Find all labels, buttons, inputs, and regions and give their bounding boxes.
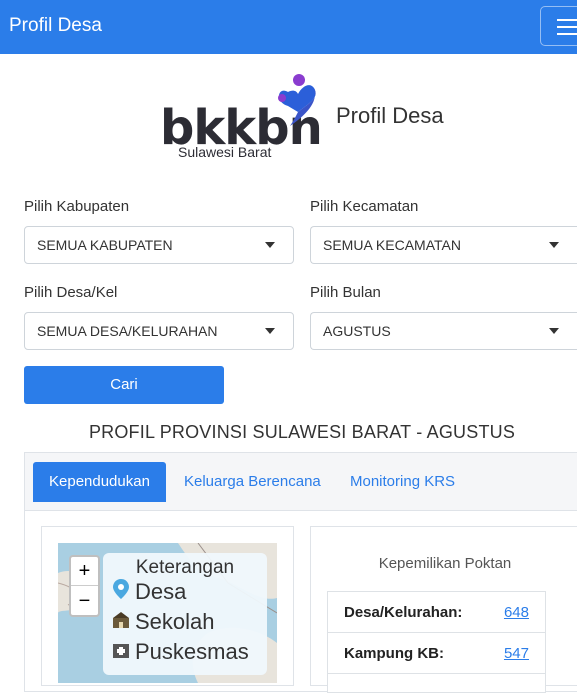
kabupaten-select[interactable]: SEMUA KABUPATEN	[24, 226, 294, 264]
chevron-down-icon	[265, 242, 275, 248]
menu-toggle-button[interactable]	[540, 6, 577, 46]
legend-item-desa: Desa	[111, 579, 186, 605]
kecamatan-selected-value: SEMUA KECAMATAN	[323, 237, 461, 253]
kecamatan-select[interactable]: SEMUA KECAMATAN	[310, 226, 577, 264]
logo-subtitle: Sulawesi Barat	[178, 144, 272, 160]
tab-keluarga-berencana[interactable]: Keluarga Berencana	[168, 462, 337, 502]
chevron-down-icon	[265, 328, 275, 334]
desa-selected-value: SEMUA DESA/KELURAHAN	[37, 323, 218, 339]
stats-title: Kepemilikan Poktan	[378, 555, 512, 572]
bkkbn-logo: bkkbn Sulawesi Barat Profil Desa	[160, 72, 450, 164]
hamburger-icon	[557, 19, 577, 21]
desa-select[interactable]: SEMUA DESA/KELURAHAN	[24, 312, 294, 350]
stat-value-link[interactable]: 648	[504, 604, 529, 621]
kabupaten-selected-value: SEMUA KABUPATEN	[37, 237, 173, 253]
legend-item-puskesmas: Puskesmas	[111, 639, 249, 665]
bulan-select[interactable]: AGUSTUS	[310, 312, 577, 350]
zoom-in-button[interactable]: +	[71, 557, 98, 586]
hamburger-icon-bar	[557, 33, 577, 35]
legend-label: Sekolah	[135, 609, 215, 634]
bulan-selected-value: AGUSTUS	[323, 323, 391, 339]
bulan-label: Pilih Bulan	[310, 284, 381, 301]
search-button[interactable]: Cari	[24, 366, 224, 404]
section-title: PROFIL PROVINSI SULAWESI BARAT - AGUSTUS	[88, 422, 516, 442]
stat-row-kampung-kb: Kampung KB: 547	[327, 632, 546, 674]
legend-label: Desa	[135, 579, 187, 604]
page-title: Profil Desa	[336, 103, 444, 128]
hospital-icon	[111, 639, 131, 665]
chevron-down-icon	[549, 328, 559, 334]
stat-value-link[interactable]: 547	[504, 645, 529, 662]
kecamatan-label: Pilih Kecamatan	[310, 198, 419, 215]
desa-label: Pilih Desa/Kel	[24, 284, 118, 301]
map-zoom-control: + −	[69, 555, 100, 617]
top-navbar: Profil Desa	[0, 0, 577, 54]
zoom-out-button[interactable]: −	[71, 587, 98, 616]
legend-label: Puskesmas	[135, 639, 249, 664]
stat-row-desa-kelurahan: Desa/Kelurahan: 648	[327, 591, 546, 633]
legend-item-sekolah: Sekolah	[111, 609, 215, 635]
stat-label: Kampung KB:	[344, 645, 444, 662]
chevron-down-icon	[549, 242, 559, 248]
navbar-brand[interactable]: Profil Desa	[9, 15, 102, 37]
tabs-bar: Kependudukan Keluarga Berencana Monitori…	[25, 453, 577, 511]
legend-title: Keterangan	[135, 557, 235, 578]
school-icon	[111, 609, 131, 635]
kabupaten-label: Pilih Kabupaten	[24, 198, 130, 215]
stat-label: Desa/Kelurahan:	[344, 604, 463, 621]
hamburger-icon-bar	[557, 26, 577, 28]
stat-row-partial	[327, 673, 546, 693]
tab-kependudukan[interactable]: Kependudukan	[33, 462, 166, 502]
tab-monitoring-krs[interactable]: Monitoring KRS	[334, 462, 471, 502]
bkkbn-heart-icon	[278, 74, 316, 126]
map-legend: Keterangan Desa Sekolah Puskesmas	[103, 553, 267, 675]
map-pin-icon	[111, 579, 131, 605]
